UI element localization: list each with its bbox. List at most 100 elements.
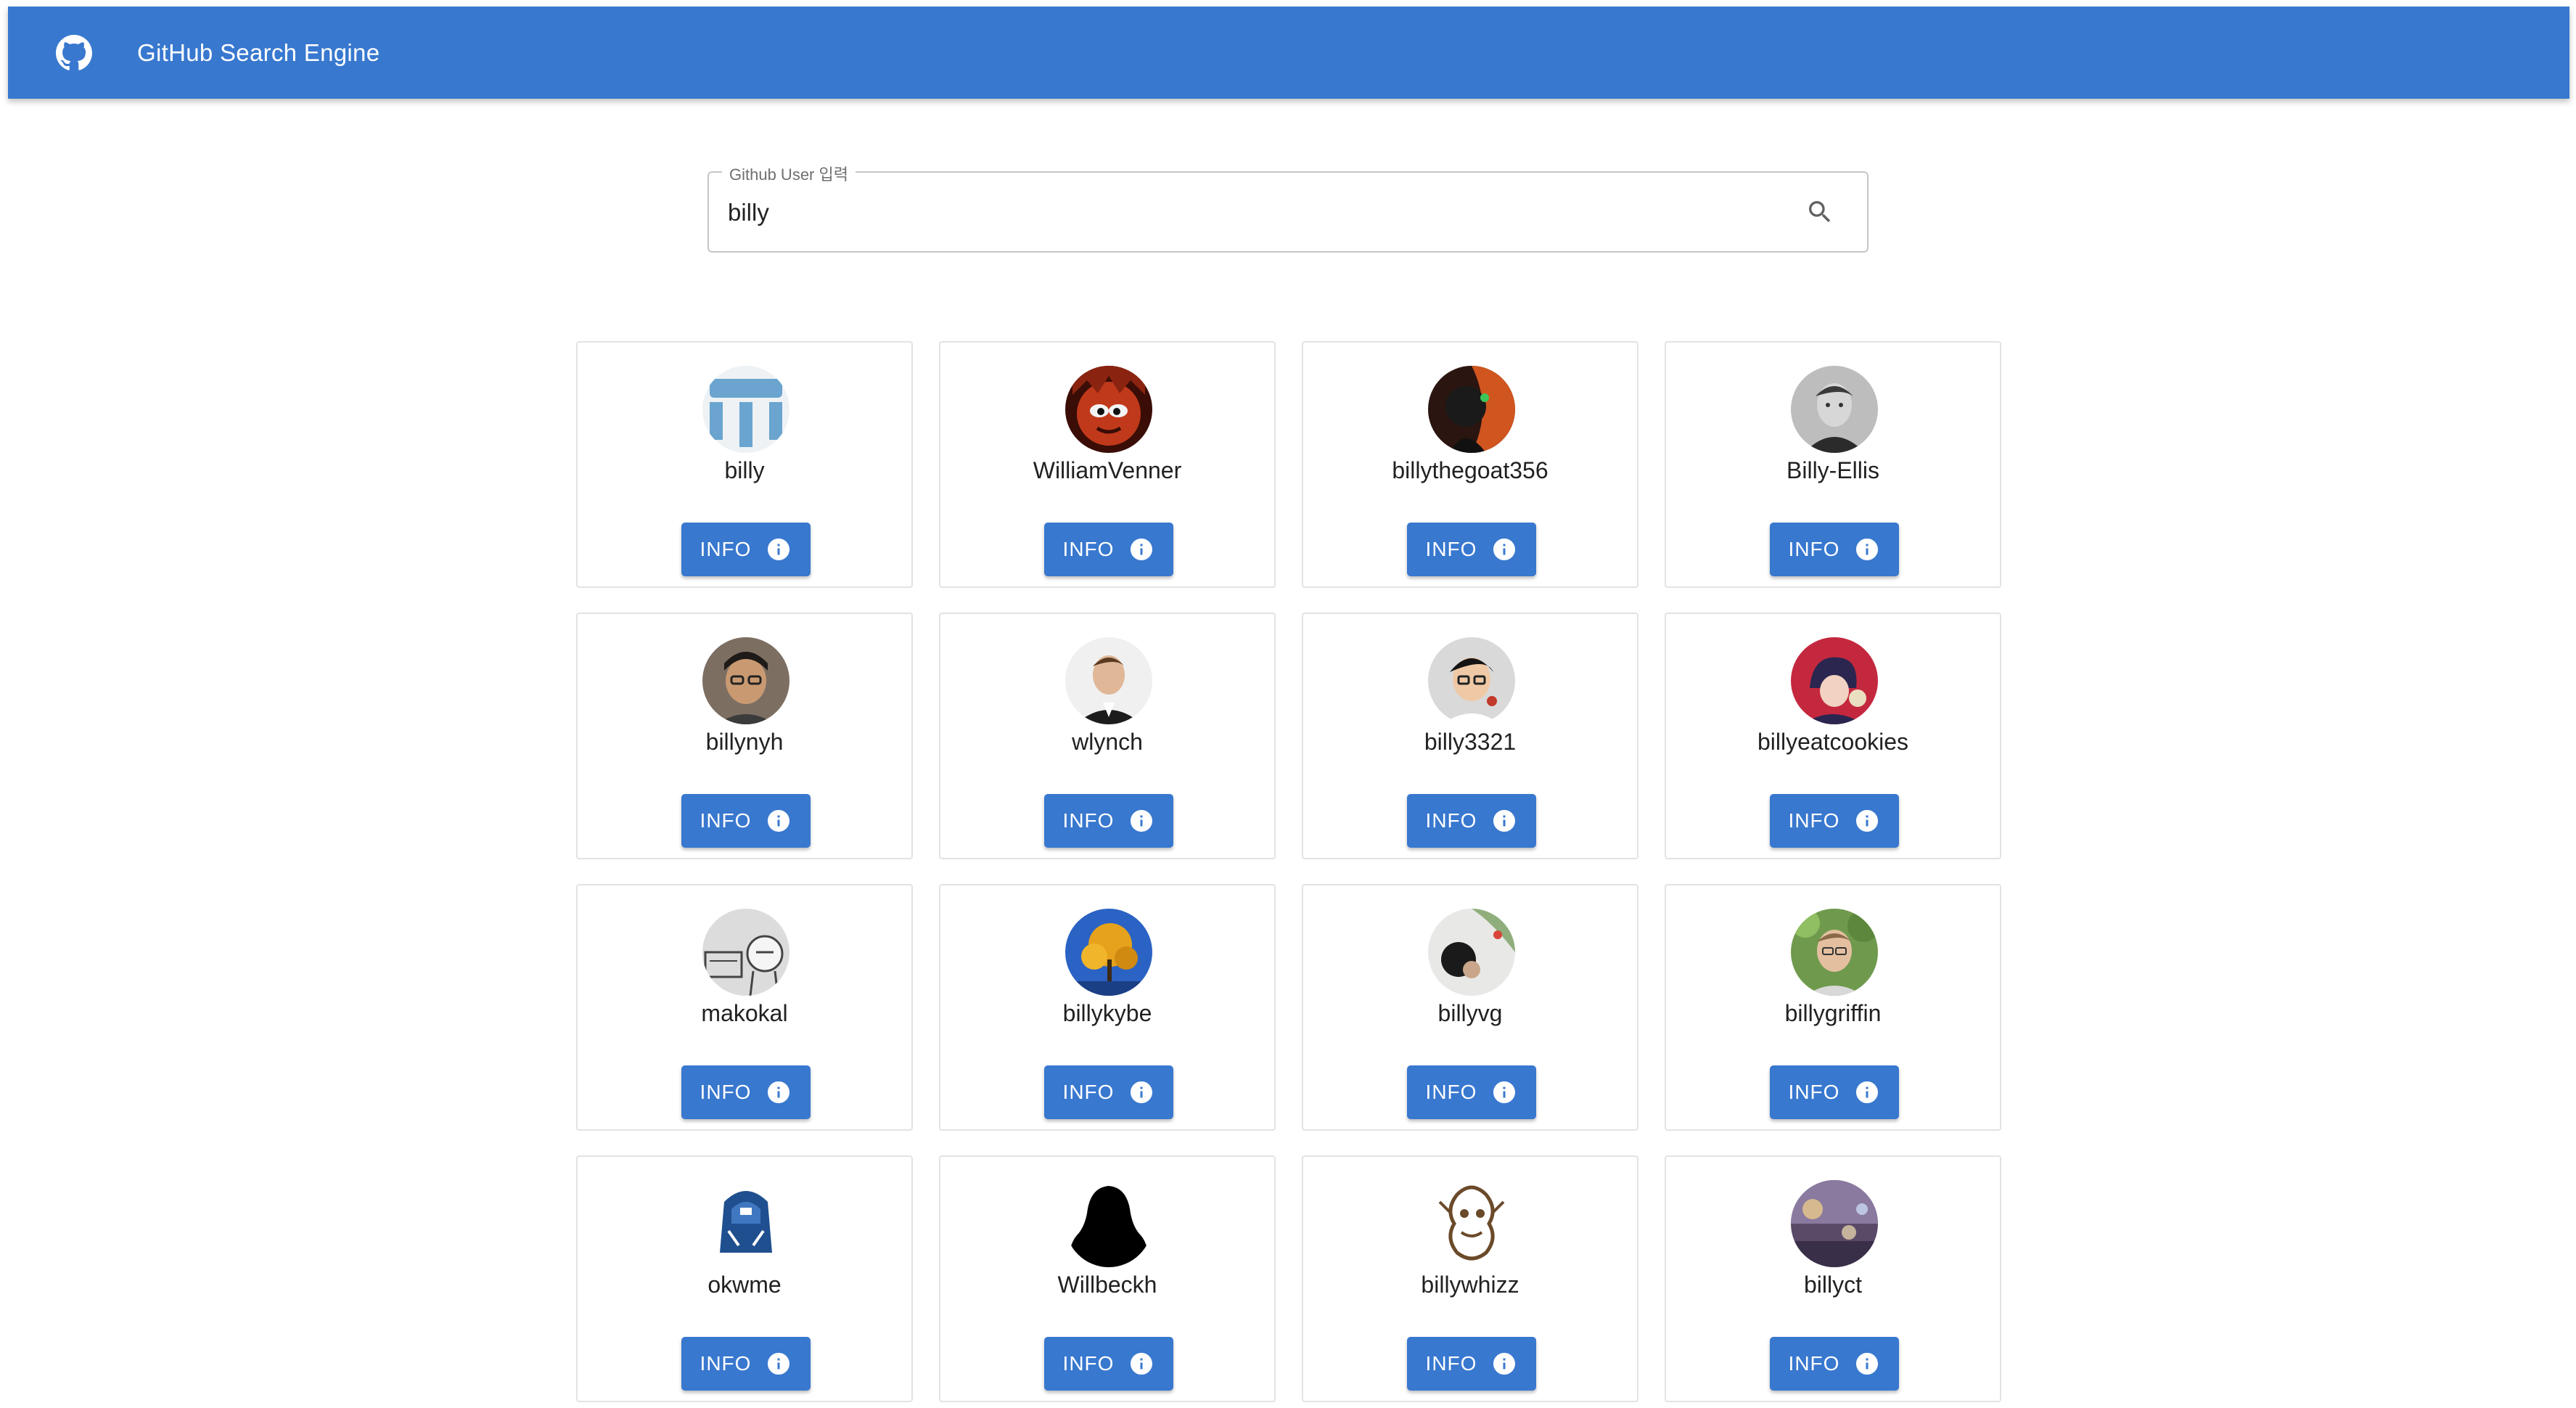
info-icon [1491, 1079, 1517, 1105]
info-button-label: INFO [1062, 809, 1115, 832]
info-button-label: INFO [1788, 809, 1840, 832]
app-title: GitHub Search Engine [137, 38, 380, 66]
username[interactable]: billy3321 [1303, 729, 1637, 756]
info-icon [1854, 1079, 1880, 1105]
user-card: WilliamVenner INFO [939, 341, 1276, 588]
info-button-label: INFO [1788, 538, 1840, 560]
info-icon [1491, 808, 1517, 834]
avatar [1428, 637, 1515, 724]
info-icon [1491, 536, 1517, 562]
info-icon [766, 1351, 792, 1377]
avatar [1791, 637, 1878, 724]
info-button-label: INFO [1062, 538, 1115, 560]
info-icon [1854, 536, 1880, 562]
username[interactable]: billykybe [940, 1000, 1274, 1027]
user-card: Billy-Ellis INFO [1665, 341, 2001, 588]
user-card: billygriffin INFO [1665, 884, 2001, 1131]
username[interactable]: billy [578, 457, 911, 484]
avatar [1065, 637, 1152, 724]
info-button[interactable]: INFO [1770, 523, 1899, 576]
avatar [1065, 366, 1152, 453]
username[interactable]: billygriffin [1666, 1000, 2000, 1027]
info-button[interactable]: INFO [1407, 794, 1536, 848]
search-icon[interactable] [1802, 194, 1838, 230]
username[interactable]: billyeatcookies [1666, 729, 2000, 756]
avatar [1791, 909, 1878, 996]
avatar [702, 366, 789, 453]
info-icon [1128, 808, 1154, 834]
info-icon [1491, 1351, 1517, 1377]
info-icon [766, 536, 792, 562]
info-button[interactable]: INFO [1770, 1065, 1899, 1119]
user-card: billyvg INFO [1302, 884, 1638, 1131]
user-card: billyct INFO [1665, 1155, 2001, 1402]
username[interactable]: Willbeckh [940, 1272, 1274, 1298]
user-card: makokal INFO [576, 884, 913, 1131]
info-button[interactable]: INFO [1407, 1065, 1536, 1119]
info-button[interactable]: INFO [1044, 1337, 1173, 1391]
username[interactable]: wlynch [940, 729, 1274, 756]
info-button[interactable]: INFO [1044, 794, 1173, 848]
user-card: billy3321 INFO [1302, 613, 1638, 859]
info-button[interactable]: INFO [681, 1065, 811, 1119]
avatar [1428, 909, 1515, 996]
info-button[interactable]: INFO [681, 1337, 811, 1391]
info-button-label: INFO [1425, 1352, 1477, 1375]
info-button-label: INFO [1425, 1081, 1477, 1103]
user-card: billythegoat356 INFO [1302, 341, 1638, 588]
username[interactable]: billythegoat356 [1303, 457, 1637, 484]
info-button[interactable]: INFO [1770, 1337, 1899, 1391]
user-card: billy INFO [576, 341, 913, 588]
avatar [702, 1180, 789, 1267]
search-field-label: Github User 입력 [722, 162, 856, 185]
info-icon [1854, 808, 1880, 834]
username[interactable]: Billy-Ellis [1666, 457, 2000, 484]
user-card: wlynch INFO [939, 613, 1276, 859]
info-button[interactable]: INFO [1407, 523, 1536, 576]
info-button-label: INFO [1062, 1081, 1115, 1103]
info-icon [766, 808, 792, 834]
info-button-label: INFO [1062, 1352, 1115, 1375]
username[interactable]: billynyh [578, 729, 911, 756]
user-card: billyeatcookies INFO [1665, 613, 2001, 859]
info-button-label: INFO [1425, 538, 1477, 560]
avatar [1791, 366, 1878, 453]
username[interactable]: okwme [578, 1272, 911, 1298]
info-button[interactable]: INFO [681, 794, 811, 848]
username[interactable]: billywhizz [1303, 1272, 1637, 1298]
search-field[interactable]: Github User 입력 [707, 162, 1869, 253]
github-icon[interactable] [56, 34, 92, 71]
info-button-label: INFO [1788, 1081, 1840, 1103]
search-input[interactable] [728, 195, 1744, 231]
avatar [1065, 1180, 1152, 1267]
info-icon [1854, 1351, 1880, 1377]
info-button[interactable]: INFO [1770, 794, 1899, 848]
avatar [702, 909, 789, 996]
username[interactable]: billyvg [1303, 1000, 1637, 1027]
avatar [1065, 909, 1152, 996]
info-button-label: INFO [700, 1081, 752, 1103]
username[interactable]: billyct [1666, 1272, 2000, 1298]
info-button[interactable]: INFO [681, 523, 811, 576]
app-bar: GitHub Search Engine [8, 7, 2569, 99]
info-icon [1128, 1079, 1154, 1105]
info-button-label: INFO [700, 1352, 752, 1375]
user-card: Willbeckh INFO [939, 1155, 1276, 1402]
info-button[interactable]: INFO [1407, 1337, 1536, 1391]
username[interactable]: makokal [578, 1000, 911, 1027]
info-button[interactable]: INFO [1044, 1065, 1173, 1119]
info-button-label: INFO [1425, 809, 1477, 832]
username[interactable]: WilliamVenner [940, 457, 1274, 484]
info-button-label: INFO [700, 809, 752, 832]
info-icon [1128, 536, 1154, 562]
info-button-label: INFO [700, 538, 752, 560]
info-icon [1128, 1351, 1154, 1377]
user-card: billykybe INFO [939, 884, 1276, 1131]
user-card: okwme INFO [576, 1155, 913, 1402]
avatar [1428, 366, 1515, 453]
user-card: billynyh INFO [576, 613, 913, 859]
info-button[interactable]: INFO [1044, 523, 1173, 576]
info-button-label: INFO [1788, 1352, 1840, 1375]
avatar [702, 637, 789, 724]
user-card: billywhizz INFO [1302, 1155, 1638, 1402]
